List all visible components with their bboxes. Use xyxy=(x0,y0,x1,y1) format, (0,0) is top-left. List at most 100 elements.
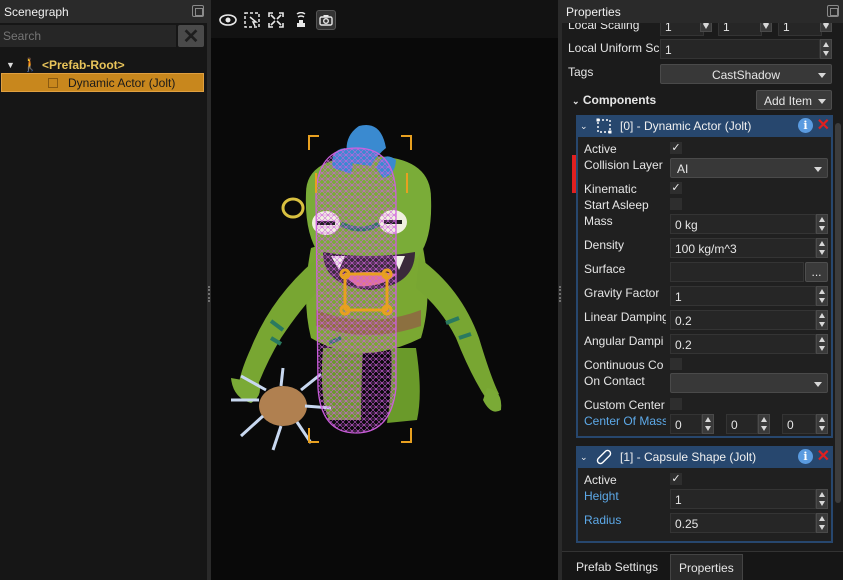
tab-properties[interactable]: Properties xyxy=(670,554,743,580)
gravity-factor-field[interactable]: 1 xyxy=(670,286,816,306)
radius-field[interactable]: 0.25 xyxy=(670,513,816,533)
radius-label[interactable]: Radius xyxy=(584,513,621,527)
scene-render[interactable] xyxy=(211,38,558,580)
center-of-mass-y-spinner[interactable] xyxy=(758,414,770,434)
linear-damping-spinner[interactable] xyxy=(816,310,828,330)
local-scaling-z-spinner[interactable] xyxy=(820,23,832,32)
chevron-down-icon xyxy=(818,73,826,78)
start-asleep-checkbox[interactable] xyxy=(670,198,682,210)
gravity-factor-spinner[interactable] xyxy=(816,286,828,306)
scenegraph-panel: Scenegraph ✕ ▼ 🚶 <Prefab-Root> Dynamic A… xyxy=(0,0,207,580)
mass-spinner[interactable] xyxy=(816,214,828,234)
search-input[interactable] xyxy=(0,25,176,47)
local-scaling-y-spinner[interactable] xyxy=(760,23,772,32)
tree-item-dynamic-actor[interactable]: Dynamic Actor (Jolt) xyxy=(1,73,204,92)
add-item-label: Add Item xyxy=(764,94,813,108)
info-icon[interactable]: i xyxy=(798,449,813,464)
add-item-button[interactable]: Add Item xyxy=(756,90,832,110)
collapse-arrow-icon[interactable]: ⌄ xyxy=(580,452,590,463)
collapse-arrow-icon: ⌄ xyxy=(572,96,580,106)
center-of-mass-y-field[interactable]: 0 xyxy=(726,414,758,434)
active-checkbox[interactable]: ✓ xyxy=(670,142,682,154)
local-uniform-scale-label: Local Uniform Sc xyxy=(568,41,660,55)
camera-icon[interactable] xyxy=(316,10,336,30)
kinematic-checkbox[interactable]: ✓ xyxy=(670,182,682,194)
radius-spinner[interactable] xyxy=(816,513,828,533)
properties-header: Properties xyxy=(562,0,843,23)
height-spinner[interactable] xyxy=(816,489,828,509)
splitter-grip[interactable] xyxy=(559,286,561,302)
viewport-toolbar xyxy=(211,0,558,38)
expand-arrow-icon[interactable]: ▼ xyxy=(6,60,16,70)
kinematic-label: Kinematic xyxy=(584,182,637,196)
height-label[interactable]: Height xyxy=(584,489,619,503)
collision-layer-dropdown[interactable]: AI xyxy=(670,158,828,178)
collision-layer-value: AI xyxy=(677,162,689,176)
scrollbar-thumb[interactable] xyxy=(835,123,841,503)
density-field[interactable]: 100 kg/m^3 xyxy=(670,238,816,258)
fullscreen-icon[interactable] xyxy=(266,10,286,30)
angular-damping-spinner[interactable] xyxy=(816,334,828,354)
panel-options-icon[interactable] xyxy=(827,5,839,17)
render-icon[interactable] xyxy=(291,10,311,30)
on-contact-dropdown[interactable] xyxy=(670,373,828,393)
properties-scroll-area[interactable]: Local Scaling 1 1 1 Local Uniform Sc 1 T… xyxy=(562,23,843,550)
tab-prefab-settings[interactable]: Prefab Settings xyxy=(568,554,666,580)
density-spinner[interactable] xyxy=(816,238,828,258)
center-of-mass-x-spinner[interactable] xyxy=(702,414,714,434)
viewport[interactable] xyxy=(211,0,558,580)
browse-label: ... xyxy=(811,265,822,279)
component-header-dynamic-actor[interactable]: ⌄ [0] - Dynamic Actor (Jolt) i ✕ xyxy=(576,115,833,137)
tags-label: Tags xyxy=(568,65,594,79)
object-icon xyxy=(48,77,58,88)
angular-damping-field[interactable]: 0.2 xyxy=(670,334,816,354)
component-header-capsule-shape[interactable]: ⌄ [1] - Capsule Shape (Jolt) i ✕ xyxy=(576,446,833,468)
custom-center-label: Custom Center xyxy=(584,398,665,412)
prefab-icon: 🚶 xyxy=(22,56,39,72)
mass-label: Mass xyxy=(584,214,613,228)
capsule-icon xyxy=(596,449,612,465)
local-scaling-x-field[interactable]: 1 xyxy=(660,23,704,36)
collapse-arrow-icon[interactable]: ⌄ xyxy=(580,121,590,132)
mass-field[interactable]: 0 kg xyxy=(670,214,816,234)
linear-damping-field[interactable]: 0.2 xyxy=(670,310,816,330)
override-marker xyxy=(572,155,576,193)
scenegraph-header: Scenegraph xyxy=(0,0,207,23)
chevron-down-icon xyxy=(818,99,826,104)
local-uniform-scale-spinner[interactable] xyxy=(820,39,832,59)
local-scaling-label: Local Scaling xyxy=(568,23,640,32)
delete-icon[interactable]: ✕ xyxy=(817,447,830,467)
select-icon[interactable] xyxy=(242,10,262,30)
local-scaling-y-field[interactable]: 1 xyxy=(718,23,762,36)
center-of-mass-z-field[interactable]: 0 xyxy=(782,414,816,434)
components-header[interactable]: ⌄ Components xyxy=(572,93,656,107)
custom-center-checkbox[interactable] xyxy=(670,398,682,410)
properties-panel: Properties Local Scaling 1 1 1 Local Uni… xyxy=(562,0,843,580)
panel-options-icon[interactable] xyxy=(192,5,204,17)
properties-scrollbar[interactable] xyxy=(833,23,843,550)
capsule-collider-gizmo xyxy=(315,147,397,434)
capsule-active-checkbox[interactable]: ✓ xyxy=(670,473,682,485)
delete-icon[interactable]: ✕ xyxy=(817,116,830,136)
local-uniform-scale-field[interactable]: 1 xyxy=(660,39,820,59)
center-of-mass-z-spinner[interactable] xyxy=(816,414,828,434)
continuous-collision-checkbox[interactable] xyxy=(670,358,682,370)
splitter-grip[interactable] xyxy=(208,286,210,302)
surface-browse-button[interactable]: ... xyxy=(805,262,828,282)
collision-layer-label: Collision Layer xyxy=(584,158,663,172)
eye-icon[interactable] xyxy=(218,10,238,30)
chevron-down-icon xyxy=(814,167,822,172)
local-scaling-x-spinner[interactable] xyxy=(700,23,712,32)
surface-field[interactable] xyxy=(670,262,804,282)
center-of-mass-label[interactable]: Center Of Mass xyxy=(584,414,666,428)
center-of-mass-x-field[interactable]: 0 xyxy=(670,414,702,434)
start-asleep-label: Start Asleep xyxy=(584,198,649,212)
clear-search-button[interactable]: ✕ xyxy=(178,25,204,48)
tags-dropdown[interactable]: CastShadow xyxy=(660,64,832,84)
info-icon[interactable]: i xyxy=(798,118,813,133)
linear-damping-label: Linear Damping xyxy=(584,310,666,324)
height-field[interactable]: 1 xyxy=(670,489,816,509)
tree-item-label: <Prefab-Root> xyxy=(42,57,125,72)
tree-item-prefab-root[interactable]: ▼ 🚶 <Prefab-Root> xyxy=(0,55,207,74)
local-scaling-z-field[interactable]: 1 xyxy=(778,23,822,36)
